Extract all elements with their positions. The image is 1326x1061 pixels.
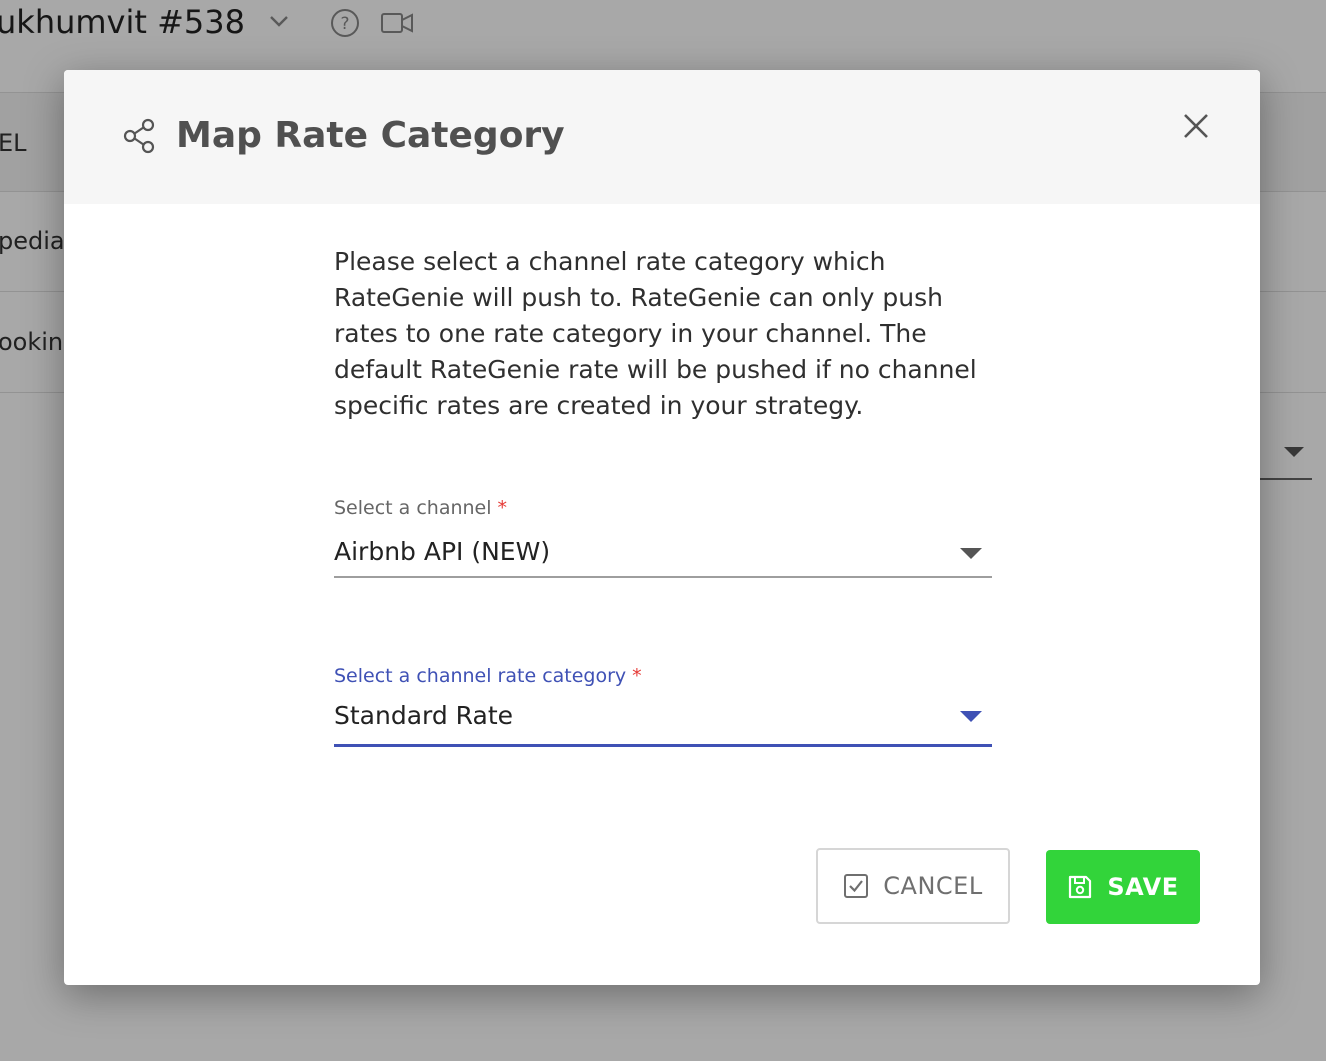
share-icon <box>123 118 155 154</box>
channel-select-label-text: Select a channel <box>334 497 492 519</box>
checkbox-icon <box>844 874 869 898</box>
save-icon <box>1069 875 1092 899</box>
rate-category-select-label-text: Select a channel rate category <box>334 665 627 687</box>
required-mark: * <box>497 497 508 519</box>
cancel-button[interactable]: CANCEL <box>816 848 1010 924</box>
channel-select-label: Select a channel * <box>334 496 992 520</box>
dialog-title: Map Rate Category <box>176 115 565 156</box>
dropdown-arrow-icon[interactable] <box>960 711 982 722</box>
rate-category-select-label: Select a channel rate category * <box>334 664 992 688</box>
rate-category-select-value[interactable]: Standard Rate <box>334 698 513 734</box>
channel-select[interactable]: Select a channel * Airbnb API (NEW) <box>334 496 992 578</box>
required-mark: * <box>632 665 642 687</box>
save-button[interactable]: SAVE <box>1046 850 1200 924</box>
rate-category-select[interactable]: Select a channel rate category * Standard… <box>334 664 992 747</box>
cancel-button-label: CANCEL <box>883 872 983 900</box>
close-icon[interactable] <box>1180 110 1212 142</box>
dialog-description: Please select a channel rate category wh… <box>334 247 977 420</box>
dropdown-arrow-icon[interactable] <box>960 548 982 559</box>
rate-category-select-underline <box>334 744 992 747</box>
dialog-header: Map Rate Category <box>64 70 1260 204</box>
map-rate-category-dialog: Map Rate Category Please select a channe… <box>64 70 1260 985</box>
channel-select-underline <box>334 576 992 578</box>
save-button-label: SAVE <box>1107 873 1179 901</box>
channel-select-value[interactable]: Airbnb API (NEW) <box>334 534 550 570</box>
